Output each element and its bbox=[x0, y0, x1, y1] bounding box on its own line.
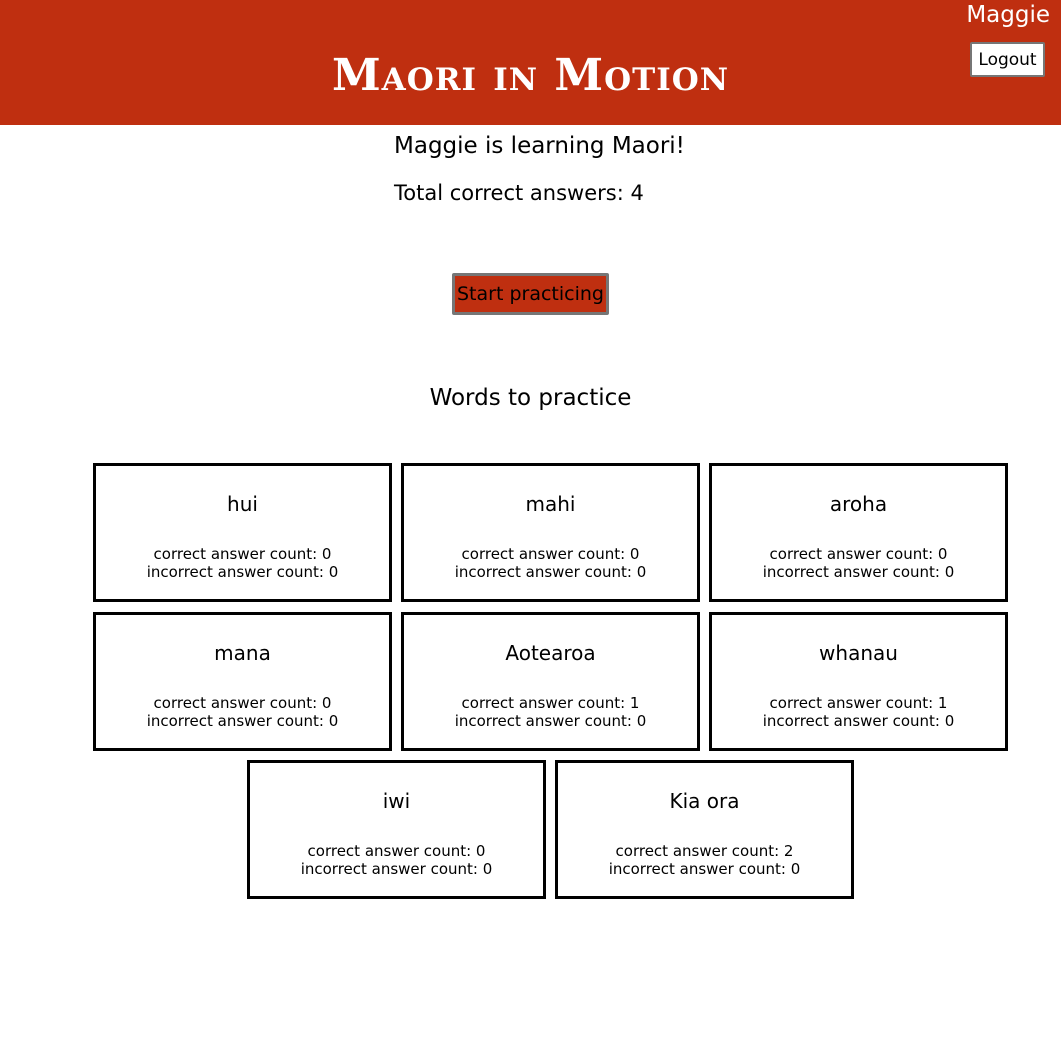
correct-count: correct answer count: 0 bbox=[461, 545, 640, 563]
user-name: Maggie bbox=[966, 2, 1050, 28]
correct-count: correct answer count: 0 bbox=[769, 545, 948, 563]
site-header: Maggie Logout Maori in Motion bbox=[0, 0, 1061, 125]
incorrect-count: incorrect answer count: 0 bbox=[454, 712, 647, 730]
word-card: Aotearoa correct answer count: 1 incorre… bbox=[401, 612, 700, 751]
total-correct-answers: Total correct answers: 4 bbox=[394, 181, 644, 205]
incorrect-count: incorrect answer count: 0 bbox=[146, 563, 339, 581]
correct-count: correct answer count: 1 bbox=[769, 694, 948, 712]
word-label: iwi bbox=[382, 789, 411, 813]
correct-count: correct answer count: 0 bbox=[153, 694, 332, 712]
correct-count: correct answer count: 2 bbox=[615, 842, 794, 860]
word-label: hui bbox=[227, 492, 258, 516]
word-card: Kia ora correct answer count: 2 incorrec… bbox=[555, 760, 854, 899]
incorrect-count: incorrect answer count: 0 bbox=[300, 860, 493, 878]
word-card: aroha correct answer count: 0 incorrect … bbox=[709, 463, 1008, 602]
learning-heading: Maggie is learning Maori! bbox=[394, 133, 685, 159]
start-practicing-button[interactable]: Start practicing bbox=[452, 273, 609, 315]
incorrect-count: incorrect answer count: 0 bbox=[762, 712, 955, 730]
incorrect-count: incorrect answer count: 0 bbox=[454, 563, 647, 581]
correct-count: correct answer count: 1 bbox=[461, 694, 640, 712]
word-card: whanau correct answer count: 1 incorrect… bbox=[709, 612, 1008, 751]
words-to-practice-heading: Words to practice bbox=[429, 385, 632, 411]
word-label: aroha bbox=[829, 492, 888, 516]
word-label: Kia ora bbox=[669, 789, 740, 813]
word-label: Aotearoa bbox=[505, 641, 596, 665]
incorrect-count: incorrect answer count: 0 bbox=[762, 563, 955, 581]
word-label: mahi bbox=[525, 492, 576, 516]
word-card: hui correct answer count: 0 incorrect an… bbox=[93, 463, 392, 602]
site-title: Maori in Motion bbox=[331, 50, 730, 101]
word-card: mahi correct answer count: 0 incorrect a… bbox=[401, 463, 700, 602]
correct-count: correct answer count: 0 bbox=[153, 545, 332, 563]
incorrect-count: incorrect answer count: 0 bbox=[146, 712, 339, 730]
word-label: mana bbox=[214, 641, 271, 665]
correct-count: correct answer count: 0 bbox=[307, 842, 486, 860]
word-card: iwi correct answer count: 0 incorrect an… bbox=[247, 760, 546, 899]
word-card: mana correct answer count: 0 incorrect a… bbox=[93, 612, 392, 751]
word-label: whanau bbox=[819, 641, 898, 665]
incorrect-count: incorrect answer count: 0 bbox=[608, 860, 801, 878]
